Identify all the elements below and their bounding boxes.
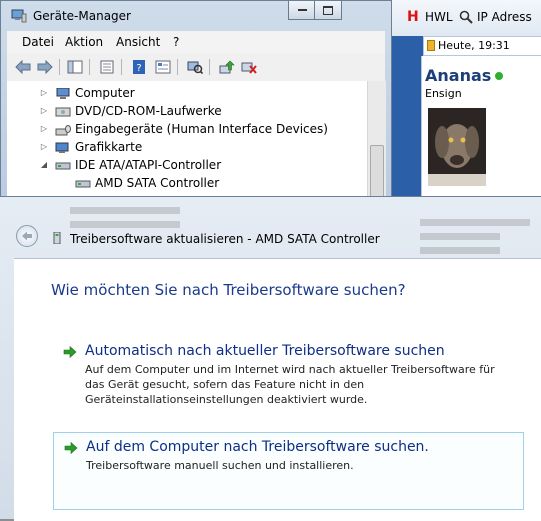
tree-item-label: DVD/CD-ROM-Laufwerke — [75, 104, 222, 118]
computer-icon — [55, 87, 71, 99]
back-icon — [15, 60, 31, 74]
properties-icon — [100, 60, 114, 74]
device-manager-app-icon — [11, 9, 27, 23]
tree-item-label: IDE ATA/ATAPI-Controller — [75, 158, 222, 172]
display-adapter-icon — [55, 141, 71, 153]
date-header: Heute, 19:31 — [423, 36, 541, 56]
glass-background-reflection — [60, 205, 541, 257]
avatar — [428, 108, 486, 186]
forward-icon — [37, 60, 53, 74]
h-logo-icon[interactable]: H — [407, 9, 419, 25]
option-title: Automatisch nach aktueller Treibersoftwa… — [85, 343, 445, 359]
folder-icon — [427, 40, 435, 51]
background-app-window: H HWL IP Adress Heute, 19:31 Ananas Ensi… — [383, 0, 541, 200]
update-driver-icon — [219, 60, 235, 74]
properties-button[interactable] — [97, 57, 117, 77]
view-button[interactable] — [153, 57, 173, 77]
tree-item-amd-sata[interactable]: AMD SATA Controller — [7, 174, 367, 192]
option-description: Treibersoftware manuell suchen und insta… — [86, 459, 354, 472]
tree-item-label: Eingabegeräte (Human Interface Devices) — [75, 122, 328, 136]
update-driver-button[interactable] — [217, 57, 237, 77]
online-status-icon — [495, 72, 503, 80]
blurred-text — [420, 247, 500, 254]
tree-item-label: Grafikkarte — [75, 140, 143, 154]
menu-bar: Datei Aktion Ansicht ? — [7, 31, 385, 54]
expand-arrow-icon[interactable]: ▷ — [39, 84, 49, 102]
uninstall-icon — [241, 62, 257, 74]
menu-file[interactable]: Datei — [22, 35, 54, 49]
tree-item-computer[interactable]: ▷ Computer — [7, 84, 367, 102]
device-tree: ▷ Computer ▷ DVD/CD-ROM-Laufwerke ▷ Eing… — [7, 81, 385, 201]
device-manager-titlebar[interactable]: Geräte-Manager — [1, 1, 391, 31]
view-icon — [155, 60, 171, 74]
toolbar-separator — [177, 59, 178, 75]
expand-arrow-icon[interactable]: ▷ — [39, 138, 49, 156]
wizard-content: Wie möchten Sie nach Treibersoftware suc… — [14, 258, 541, 521]
menu-help[interactable]: ? — [173, 35, 179, 49]
expand-arrow-icon[interactable]: ▷ — [39, 120, 49, 138]
update-driver-wizard: Treibersoftware aktualisieren - AMD SATA… — [0, 196, 541, 521]
tree-scrollbar-thumb[interactable] — [370, 145, 384, 203]
minimize-button[interactable] — [288, 1, 316, 20]
menu-action[interactable]: Aktion — [65, 35, 103, 49]
help-button[interactable]: ? — [129, 57, 149, 77]
tree-item-label: Computer — [75, 86, 135, 100]
dvd-drive-icon — [55, 105, 71, 117]
collapse-arrow-icon[interactable]: ◢ — [39, 156, 49, 174]
forward-button[interactable] — [35, 57, 55, 77]
wizard-heading: Wie möchten Sie nach Treibersoftware suc… — [51, 281, 406, 299]
blurred-text — [420, 219, 530, 226]
user-profile-card: Ananas Ensign — [421, 56, 541, 200]
tree-item-label: AMD SATA Controller — [95, 176, 220, 190]
tree-item-display-adapter[interactable]: ▷ Grafikkarte — [7, 138, 367, 156]
menu-view[interactable]: Ansicht — [116, 35, 160, 49]
maximize-icon — [323, 5, 333, 15]
ide-controller-icon — [55, 159, 71, 171]
search-automatically-option[interactable]: Automatisch nach aktueller Treibersoftwa… — [53, 337, 524, 413]
user-rank: Ensign — [425, 87, 462, 100]
tree-item-hid[interactable]: ▷ Eingabegeräte (Human Interface Devices… — [7, 120, 367, 138]
back-button[interactable] — [13, 57, 33, 77]
window-title: Geräte-Manager — [33, 9, 131, 23]
maximize-button[interactable] — [314, 1, 342, 20]
toolbar-separator — [121, 59, 122, 75]
background-app-toolbar: H HWL IP Adress — [383, 0, 541, 37]
hid-icon — [55, 123, 71, 136]
user-name[interactable]: Ananas — [425, 66, 491, 85]
blurred-text — [70, 221, 180, 228]
uninstall-button[interactable] — [239, 57, 259, 77]
blurred-text — [70, 207, 180, 214]
wizard-title: Treibersoftware aktualisieren - AMD SATA… — [70, 232, 380, 246]
toolbar-separator — [209, 59, 210, 75]
tree-item-ide-controller[interactable]: ◢ IDE ATA/ATAPI-Controller — [7, 156, 367, 174]
scan-hardware-icon — [187, 61, 203, 74]
green-arrow-icon — [63, 345, 77, 359]
controller-device-icon — [75, 177, 91, 189]
hwl-link[interactable]: HWL — [425, 10, 453, 24]
date-label: Heute, 19:31 — [438, 39, 510, 52]
show-hide-tree-button[interactable] — [65, 57, 85, 77]
back-arrow-icon — [22, 231, 32, 241]
browse-computer-option[interactable]: Auf dem Computer nach Treibersoftware su… — [53, 432, 524, 510]
tree-item-dvd[interactable]: ▷ DVD/CD-ROM-Laufwerke — [7, 102, 367, 120]
svg-text:?: ? — [136, 63, 141, 74]
expand-arrow-icon[interactable]: ▷ — [39, 102, 49, 120]
show-hide-tree-icon — [67, 60, 83, 74]
minimize-icon — [297, 9, 307, 11]
search-icon — [459, 10, 473, 27]
ip-address-link[interactable]: IP Adress — [477, 10, 532, 24]
option-description: Auf dem Computer und im Internet wird na… — [85, 363, 495, 406]
scan-hardware-button[interactable] — [185, 57, 205, 77]
option-title: Auf dem Computer nach Treibersoftware su… — [86, 439, 429, 455]
device-icon — [52, 231, 62, 245]
toolbar: ? — [7, 53, 385, 82]
device-manager-window: Geräte-Manager Datei Aktion Ansicht ? ? — [0, 0, 392, 203]
blurred-text — [420, 233, 500, 240]
wizard-back-button[interactable] — [16, 225, 38, 247]
green-arrow-icon — [64, 441, 78, 455]
toolbar-separator — [59, 59, 60, 75]
help-icon: ? — [133, 60, 145, 74]
toolbar-separator — [89, 59, 90, 75]
